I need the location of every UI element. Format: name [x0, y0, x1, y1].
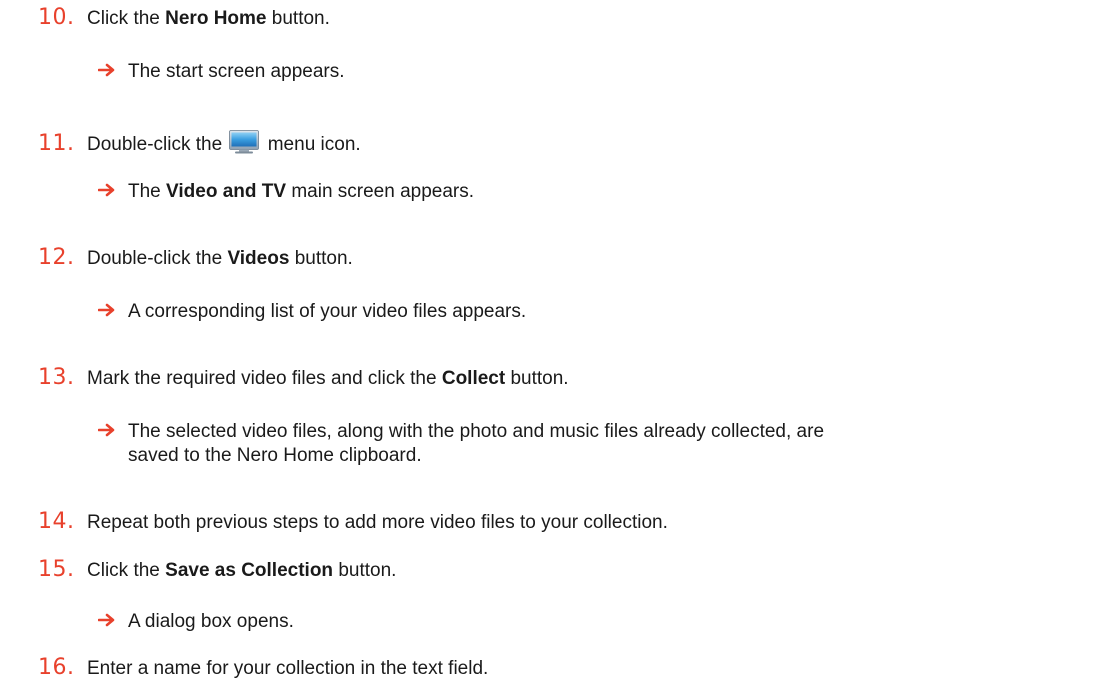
- result-11: The Video and TV main screen appears.: [98, 180, 474, 204]
- tv-monitor-icon: [229, 130, 260, 154]
- result-10: The start screen appears.: [98, 60, 345, 84]
- step-13: 13. Mark the required video files and cli…: [38, 366, 569, 391]
- step-number: 12.: [38, 245, 75, 270]
- ui-label-nero-home: Nero Home: [165, 8, 267, 29]
- step-number: 13.: [38, 365, 75, 390]
- step-10: 10. Click the Nero Home button.: [38, 6, 330, 31]
- step-text: Click the Save as Collection button.: [87, 560, 397, 581]
- right-arrow-icon: [98, 63, 115, 77]
- right-arrow-icon: [98, 183, 115, 197]
- step-number: 11.: [38, 131, 75, 156]
- ui-label-video-and-tv: Video and TV: [166, 181, 287, 202]
- result-13: The selected video files, along with the…: [98, 420, 824, 468]
- step-number: 14.: [38, 509, 75, 534]
- step-text: Mark the required video files and click …: [87, 368, 569, 389]
- step-12: 12. Double-click the Videos button.: [38, 246, 353, 271]
- step-text: Click the Nero Home button.: [87, 8, 330, 29]
- step-14: 14. Repeat both previous steps to add mor…: [38, 510, 668, 535]
- step-text: Enter a name for your collection in the …: [87, 658, 489, 679]
- result-15: A dialog box opens.: [98, 610, 294, 634]
- right-arrow-icon: [98, 303, 115, 317]
- ui-label-videos: Videos: [227, 248, 290, 269]
- step-text: Double-click the Videos button.: [87, 248, 353, 269]
- right-arrow-icon: [98, 613, 115, 627]
- step-11: 11. Double-click the menu icon.: [38, 126, 361, 157]
- step-number: 15.: [38, 557, 75, 582]
- step-15: 15. Click the Save as Collection button.: [38, 558, 396, 583]
- result-12: A corresponding list of your video files…: [98, 300, 526, 324]
- step-number: 16.: [38, 655, 75, 680]
- ui-label-collect: Collect: [441, 368, 506, 389]
- step-number: 10.: [38, 5, 75, 30]
- step-text: Double-click the menu icon.: [87, 130, 361, 155]
- step-text: Repeat both previous steps to add more v…: [87, 512, 668, 533]
- step-16: 16. Enter a name for your collection in t…: [38, 656, 488, 681]
- right-arrow-icon: [98, 423, 115, 437]
- ui-label-save-as-collection: Save as Collection: [165, 560, 334, 581]
